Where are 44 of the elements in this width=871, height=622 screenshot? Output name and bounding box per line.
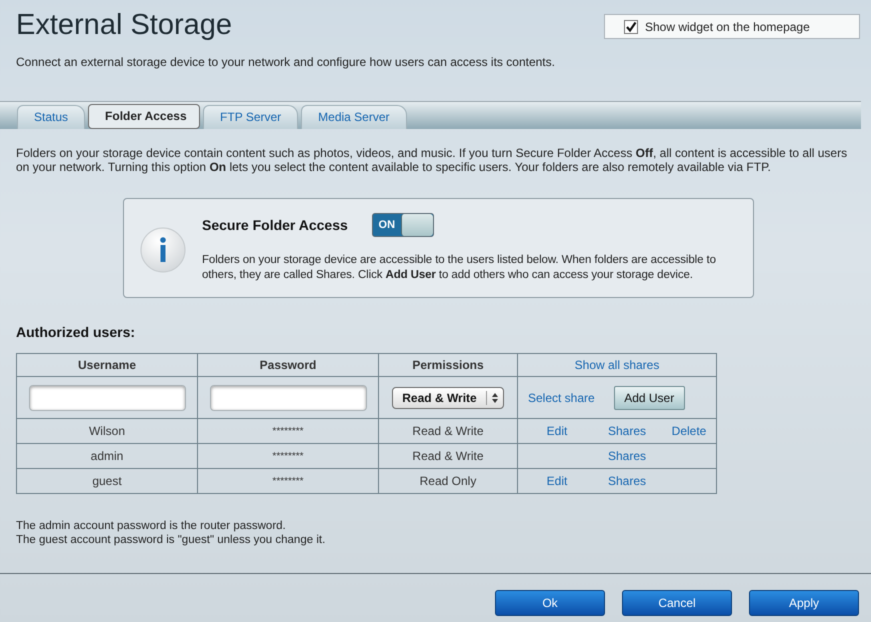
info-icon [140,227,186,273]
edit-link[interactable]: Edit [546,474,568,488]
note-text: The admin account password is the router password. [16,519,287,533]
tab[interactable]: FTP Server [203,105,298,129]
username-field[interactable] [28,384,186,410]
table-cell: ******** [198,468,378,494]
select-share-link[interactable]: Select share [528,390,595,404]
table-cell: Read & Write [378,418,518,444]
column-header: Password [198,354,378,376]
table-cell: guest [16,468,198,494]
page-title: External Storage [16,8,232,42]
table-cell: ******** [198,444,378,468]
note-text: The guest account password is "guest" unless you change it. [16,533,326,547]
permission-dropdown[interactable]: Read & Write [392,386,504,408]
table-cell: Read Only [378,468,518,494]
section-heading: Authorized users: [16,324,136,340]
intro-text: Folders on your storage device contain content such as photos, videos, and music. If you turn Secure Folder Access Off, all content is accessible to all users on your network. Turning this option On lets you select the content available to specific users. Your folders are also remotely available via FTP. [16,146,848,174]
tab[interactable]: Folder Access [88,104,200,129]
footer-button[interactable]: Cancel [622,590,732,616]
shares-link[interactable]: Shares [608,424,646,438]
table-cell: Read & Write [378,444,518,468]
page-description: Connect an external storage device to your network and configure how users can access its contents. [16,55,556,69]
table-cell: ******** [198,418,378,444]
tab[interactable]: Media Server [301,105,407,129]
info-title: Secure Folder Access [202,217,348,233]
widget-checkbox[interactable]: Show widget on the homepage [604,14,860,39]
tab[interactable]: Status [17,105,86,129]
shares-link[interactable]: Shares [608,449,646,463]
updown-arrows-icon [491,392,499,404]
widget-label: Show widget on the homepage [645,20,810,34]
shares-link[interactable]: Shares [608,474,646,488]
edit-link[interactable]: Edit [546,424,568,438]
delete-link[interactable]: Delete [672,424,706,438]
table-cell: Wilson [16,418,198,444]
footer-button[interactable]: Ok [495,590,605,616]
toggle-switch[interactable]: ON [372,213,434,237]
checkbox[interactable] [624,20,638,34]
password-field[interactable] [210,384,366,410]
footer-button[interactable]: Apply [749,590,859,616]
info-text: Folders on your storage device are accessible to the users listed below. When folders are accessible to others, they are called Shares. Click Add User to add others who can access your storage device. [202,253,717,283]
column-header: Permissions [378,354,518,376]
column-header: Username [16,354,198,376]
table-cell: admin [16,444,198,468]
add-user-button[interactable]: Add User [614,386,685,410]
